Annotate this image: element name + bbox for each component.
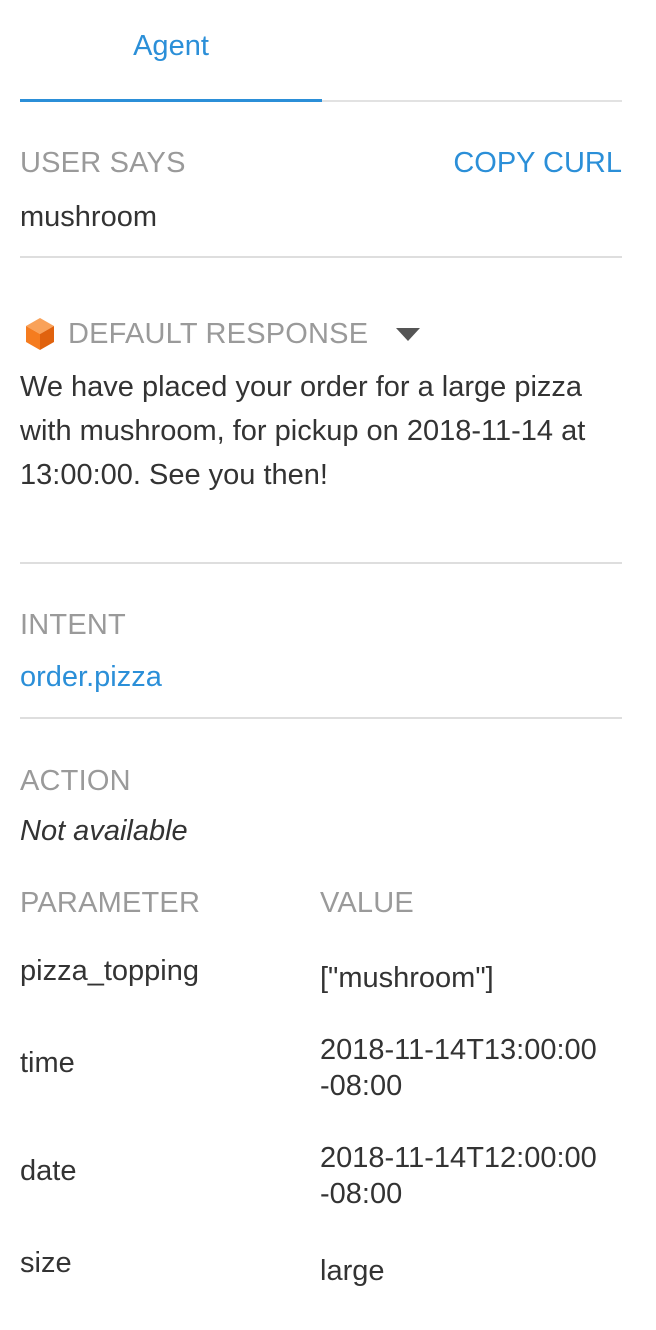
- section-divider: [20, 717, 622, 719]
- tab-active-indicator: [20, 99, 322, 102]
- table-row-name: pizza_topping: [20, 955, 199, 987]
- user-says-heading: USER SAYS: [20, 147, 186, 179]
- table-row-value: 2018-11-14T13:00:00 -08:00: [320, 1034, 597, 1102]
- copy-curl-button[interactable]: COPY CURL: [453, 147, 622, 180]
- default-response-text: We have placed your order for a large pi…: [20, 371, 586, 491]
- user-says-text: mushroom: [20, 201, 157, 233]
- table-row-name: time: [20, 1047, 75, 1079]
- chevron-down-icon[interactable]: [396, 327, 421, 341]
- intent-link[interactable]: order.pizza: [20, 661, 162, 694]
- tab-bar: Agent: [20, 0, 622, 102]
- table-row-value: large: [320, 1255, 385, 1287]
- table-row-value: ["mushroom"]: [320, 962, 494, 994]
- intent-heading: INTENT: [20, 609, 126, 641]
- orange-cube-icon: [26, 318, 54, 350]
- response-header: DEFAULT RESPONSE: [24, 314, 421, 354]
- table-row-name: date: [20, 1155, 77, 1187]
- default-response-heading: DEFAULT RESPONSE: [68, 317, 369, 350]
- value-column-header: VALUE: [320, 887, 414, 919]
- section-divider: [20, 562, 622, 564]
- action-value: Not available: [20, 815, 188, 847]
- parameter-column-header: PARAMETER: [20, 887, 201, 919]
- intent-test-panel: Agent USER SAYS COPY CURL mushroom DEFAU…: [0, 0, 656, 1330]
- action-heading: ACTION: [20, 765, 131, 797]
- section-divider: [20, 256, 622, 258]
- table-row-name: size: [20, 1247, 72, 1279]
- tab-agent[interactable]: Agent: [20, 0, 322, 102]
- table-row-value: 2018-11-14T12:00:00 -08:00: [320, 1142, 597, 1210]
